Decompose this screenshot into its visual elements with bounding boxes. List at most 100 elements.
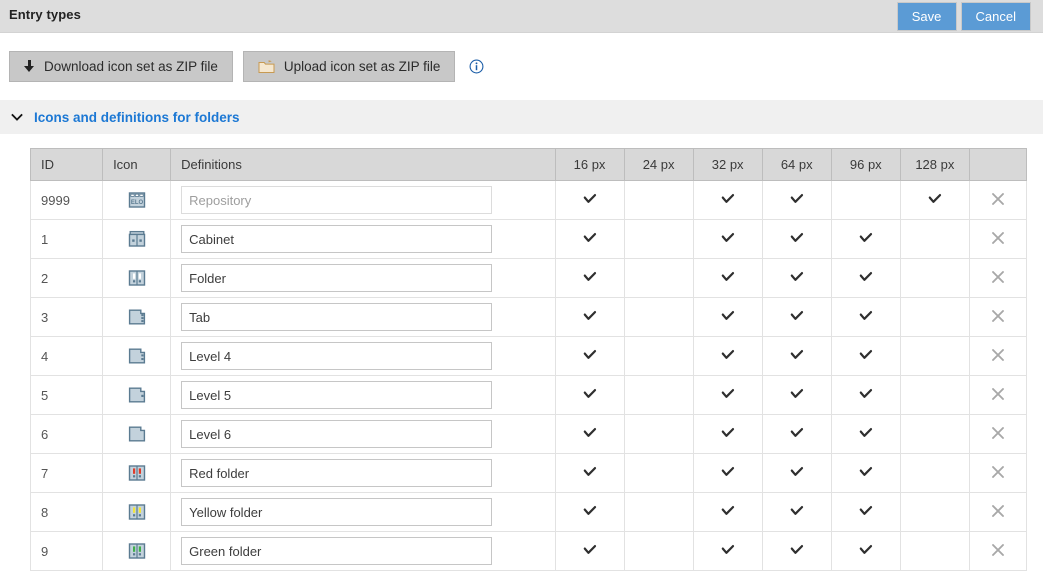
cell-size-32px[interactable] — [692, 414, 763, 454]
cell-size-64px[interactable] — [761, 414, 832, 454]
close-x-icon[interactable] — [990, 347, 1006, 363]
cell-size-32px[interactable] — [692, 375, 763, 415]
chevron-down-icon[interactable] — [10, 110, 24, 124]
cell-size-24px[interactable] — [623, 453, 694, 493]
cell-size-24px[interactable] — [623, 180, 694, 220]
close-x-icon[interactable] — [990, 425, 1006, 441]
cancel-button[interactable]: Cancel — [960, 2, 1031, 31]
cell-size-64px[interactable] — [761, 375, 832, 415]
cell-size-16px[interactable] — [554, 375, 625, 415]
cell-size-16px[interactable] — [554, 531, 625, 571]
definition-input[interactable] — [181, 342, 493, 370]
cell-size-64px[interactable] — [761, 531, 832, 571]
section-header-folders[interactable]: Icons and definitions for folders — [0, 100, 1043, 134]
cell-size-64px[interactable] — [761, 258, 832, 298]
cell-size-64px[interactable] — [761, 180, 832, 220]
cell-delete[interactable] — [968, 258, 1028, 298]
cell-size-96px[interactable] — [830, 531, 901, 571]
cell-size-96px[interactable] — [830, 453, 901, 493]
definition-input[interactable] — [181, 225, 493, 253]
cell-size-32px[interactable] — [692, 336, 763, 376]
cell-size-64px[interactable] — [761, 336, 832, 376]
cell-size-16px[interactable] — [554, 219, 625, 259]
cell-size-128px[interactable] — [899, 336, 970, 376]
info-circle-icon[interactable] — [469, 59, 484, 74]
cell-size-128px[interactable] — [899, 180, 970, 220]
cell-delete[interactable] — [968, 375, 1028, 415]
cell-size-128px[interactable] — [899, 219, 970, 259]
cell-size-16px[interactable] — [554, 258, 625, 298]
close-x-icon[interactable] — [990, 230, 1006, 246]
cell-size-64px[interactable] — [761, 492, 832, 532]
cell-size-24px[interactable] — [623, 258, 694, 298]
cell-size-32px[interactable] — [692, 453, 763, 493]
close-x-icon[interactable] — [990, 308, 1006, 324]
definition-input[interactable] — [181, 186, 493, 214]
definition-input[interactable] — [181, 420, 493, 448]
cell-delete[interactable] — [968, 219, 1028, 259]
cell-size-16px[interactable] — [554, 297, 625, 337]
cell-size-96px[interactable] — [830, 219, 901, 259]
cell-delete[interactable] — [968, 180, 1028, 220]
cell-delete[interactable] — [968, 414, 1028, 454]
close-x-icon[interactable] — [990, 191, 1006, 207]
cell-size-16px[interactable] — [554, 180, 625, 220]
cell-size-64px[interactable] — [761, 453, 832, 493]
cell-size-64px[interactable] — [761, 219, 832, 259]
cell-size-128px[interactable] — [899, 375, 970, 415]
definition-input[interactable] — [181, 498, 493, 526]
upload-icon-set-button[interactable]: Upload icon set as ZIP file — [242, 51, 456, 82]
cell-size-128px[interactable] — [899, 414, 970, 454]
cell-delete[interactable] — [968, 336, 1028, 376]
cell-id: 6 — [29, 414, 104, 454]
cell-icon — [102, 297, 172, 337]
definition-input[interactable] — [181, 459, 493, 487]
close-x-icon[interactable] — [990, 464, 1006, 480]
cell-size-24px[interactable] — [623, 492, 694, 532]
cell-size-24px[interactable] — [623, 297, 694, 337]
close-x-icon[interactable] — [990, 269, 1006, 285]
definition-input[interactable] — [181, 537, 493, 565]
section-title[interactable]: Icons and definitions for folders — [34, 110, 240, 125]
download-icon-set-button[interactable]: Download icon set as ZIP file — [9, 51, 233, 82]
cell-size-96px[interactable] — [830, 492, 901, 532]
cell-delete[interactable] — [968, 492, 1028, 532]
cell-size-96px[interactable] — [830, 336, 901, 376]
cell-size-16px[interactable] — [554, 336, 625, 376]
cell-size-32px[interactable] — [692, 258, 763, 298]
cell-size-16px[interactable] — [554, 453, 625, 493]
cell-size-128px[interactable] — [899, 492, 970, 532]
cell-size-16px[interactable] — [554, 414, 625, 454]
cell-size-16px[interactable] — [554, 492, 625, 532]
save-button[interactable]: Save — [896, 2, 957, 31]
close-x-icon[interactable] — [990, 542, 1006, 558]
cell-size-32px[interactable] — [692, 492, 763, 532]
cell-delete[interactable] — [968, 453, 1028, 493]
cell-size-24px[interactable] — [623, 336, 694, 376]
cell-size-24px[interactable] — [623, 219, 694, 259]
cell-size-32px[interactable] — [692, 219, 763, 259]
cell-size-64px[interactable] — [761, 297, 832, 337]
definition-input[interactable] — [181, 303, 493, 331]
cell-size-96px[interactable] — [830, 297, 901, 337]
cell-delete[interactable] — [968, 531, 1028, 571]
cell-size-24px[interactable] — [623, 375, 694, 415]
cell-size-32px[interactable] — [692, 531, 763, 571]
cell-size-24px[interactable] — [623, 414, 694, 454]
cell-size-96px[interactable] — [830, 258, 901, 298]
cell-size-96px[interactable] — [830, 180, 901, 220]
cell-size-32px[interactable] — [692, 180, 763, 220]
cell-size-96px[interactable] — [830, 414, 901, 454]
cell-size-128px[interactable] — [899, 531, 970, 571]
cell-size-96px[interactable] — [830, 375, 901, 415]
cell-size-32px[interactable] — [692, 297, 763, 337]
cell-delete[interactable] — [968, 297, 1028, 337]
definition-input[interactable] — [181, 381, 493, 409]
cell-size-128px[interactable] — [899, 258, 970, 298]
cell-size-128px[interactable] — [899, 453, 970, 493]
cell-size-128px[interactable] — [899, 297, 970, 337]
close-x-icon[interactable] — [990, 386, 1006, 402]
close-x-icon[interactable] — [990, 503, 1006, 519]
cell-size-24px[interactable] — [623, 531, 694, 571]
definition-input[interactable] — [181, 264, 493, 292]
